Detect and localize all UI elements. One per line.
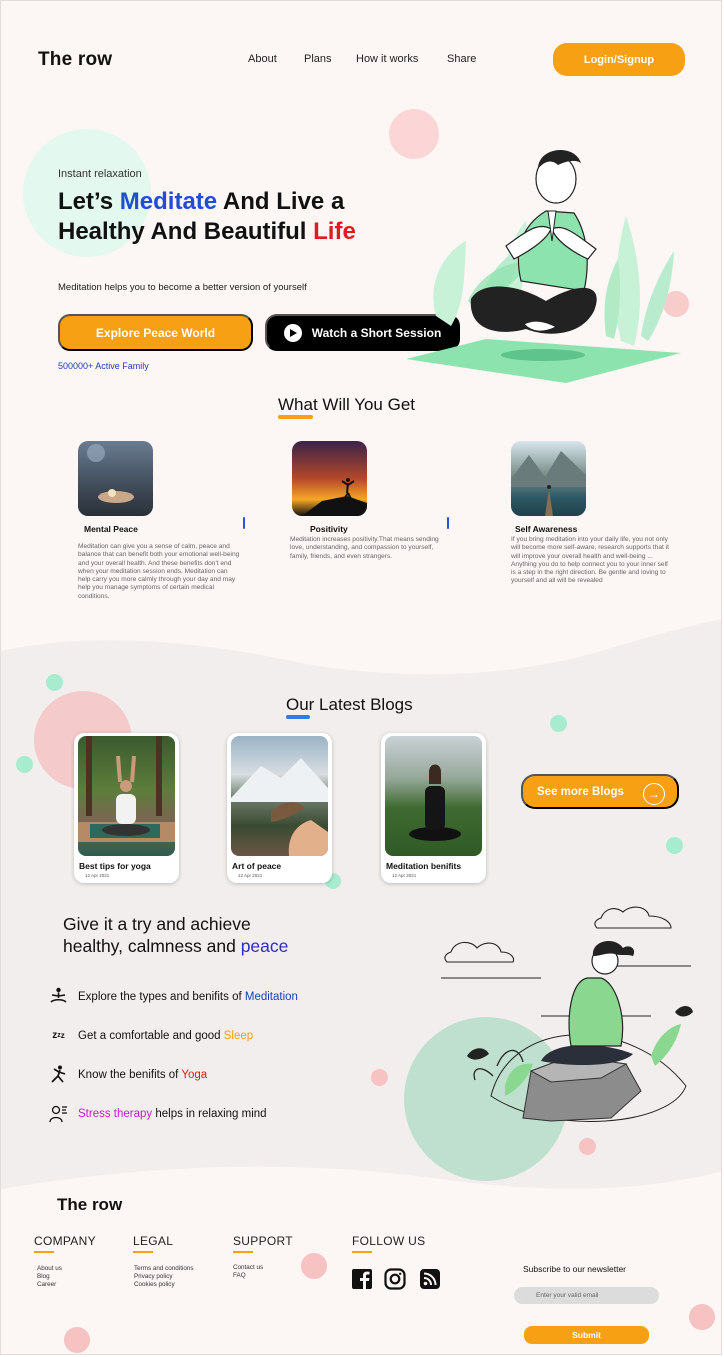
self-awareness-image <box>511 441 586 516</box>
blog-image <box>385 736 482 856</box>
footer-heading-underline <box>233 1251 253 1253</box>
feature-title-positivity: Positivity <box>310 524 348 534</box>
meditation-icon <box>49 987 68 1006</box>
footer-link-about-us[interactable]: About us <box>37 1265 62 1273</box>
footer-heading-company: COMPANY <box>34 1234 96 1248</box>
blogs-section-title: Our Latest Blogs <box>286 695 413 714</box>
feature-text-mental-peace: Meditation can give you a sense of calm,… <box>78 543 240 600</box>
decor-dot-pink <box>579 1138 596 1155</box>
try-item-sleep: zzz Get a comfortable and good Sleep <box>49 1026 253 1045</box>
try-item-yoga: Know the benifits of Yoga <box>49 1065 207 1084</box>
feature-text-positivity: Meditation increases positivity.That mea… <box>290 536 439 560</box>
explore-peace-world-button[interactable]: Explore Peace World <box>58 314 253 351</box>
footer-heading-support: SUPPORT <box>233 1234 293 1248</box>
features-section-title: What Will You Get <box>278 395 416 414</box>
play-icon <box>283 323 302 342</box>
nav-share[interactable]: Share <box>447 53 476 65</box>
feature-title-mental-peace: Mental Peace <box>84 524 138 534</box>
blog-card[interactable]: Best tips for yoga 12 Apr 2021 <box>74 733 179 883</box>
blog-card[interactable]: Meditation benifits 12 Apr 2021 <box>381 733 486 883</box>
hero-title-highlight-life: Life <box>313 218 356 245</box>
footer-heading-underline <box>352 1251 372 1253</box>
blog-date: 12 Apr 2021 <box>392 873 417 878</box>
try-title-highlight: peace <box>240 936 289 956</box>
blog-date: 12 Apr 2021 <box>238 873 263 878</box>
blog-image <box>78 736 175 856</box>
nav-plans[interactable]: Plans <box>304 53 332 65</box>
stress-icon <box>49 1104 68 1123</box>
see-more-blogs-button[interactable]: See more Blogs → <box>521 774 679 809</box>
decor-dot-mint <box>46 674 63 691</box>
sleep-icon: zzz <box>52 1030 65 1041</box>
blog-title[interactable]: Best tips for yoga <box>79 861 151 871</box>
footer-link-contact-us[interactable]: Contact us <box>233 1264 263 1272</box>
instagram-icon[interactable] <box>384 1268 406 1290</box>
feature-divider <box>243 517 245 529</box>
blogs-title-underline <box>286 715 310 719</box>
footer-link-privacy[interactable]: Privacy policy <box>134 1273 173 1281</box>
blog-title[interactable]: Art of peace <box>232 861 281 871</box>
newsletter-label: Subscribe to our newsletter <box>523 1264 626 1274</box>
nav-how-it-works[interactable]: How it works <box>356 53 418 65</box>
try-section-title: Give it a try and achieve healthy, calmne… <box>63 914 289 956</box>
footer-heading-legal: LEGAL <box>133 1234 174 1248</box>
footer-heading-underline <box>133 1251 153 1253</box>
decor-dot-mint <box>16 756 33 773</box>
try-item-meditation: Explore the types and benifits of Medita… <box>49 987 298 1006</box>
hero-eyebrow: Instant relaxation <box>58 168 142 180</box>
blog-card[interactable]: Art of peace 12 Apr 2021 <box>227 733 332 883</box>
footer-link-blog[interactable]: Blog <box>37 1273 50 1281</box>
mental-peace-image <box>78 441 153 516</box>
login-signup-button[interactable]: Login/Signup <box>553 43 685 76</box>
hero-title: Let’s Meditate And Live a Healthy And Be… <box>58 188 356 245</box>
features-title-underline <box>278 415 313 419</box>
page: The row About Plans How it works Share L… <box>0 0 722 1355</box>
yoga-icon <box>49 1065 68 1084</box>
decor-dot-pink <box>371 1069 388 1086</box>
footer-link-cookies[interactable]: Cookies policy <box>134 1281 175 1289</box>
feature-text-self-awareness: If you bring meditation into your daily … <box>511 536 669 585</box>
blog-date: 12 Apr 2021 <box>85 873 110 878</box>
rss-icon[interactable] <box>419 1268 441 1290</box>
feature-divider <box>447 517 449 529</box>
active-family-count: 500000+ Active Family <box>58 361 149 371</box>
hero-subtitle: Meditation helps you to become a better … <box>58 282 307 293</box>
nav-about[interactable]: About <box>248 53 277 65</box>
footer-heading-follow-us: FOLLOW US <box>352 1234 426 1248</box>
decor-dot-pink <box>301 1253 327 1279</box>
footer-heading-underline <box>34 1251 54 1253</box>
meditating-woman-illustration <box>404 906 693 1181</box>
footer-link-terms[interactable]: Terms and conditions <box>134 1265 194 1273</box>
footer-logo[interactable]: The row <box>57 1195 122 1215</box>
footer-link-career[interactable]: Career <box>37 1281 56 1289</box>
blog-title[interactable]: Meditation benifits <box>386 861 461 871</box>
newsletter-email-input[interactable] <box>514 1287 659 1304</box>
meditating-man-illustration <box>406 150 681 383</box>
arrow-right-icon: → <box>643 783 665 805</box>
positivity-image <box>292 441 367 516</box>
logo[interactable]: The row <box>38 49 112 71</box>
try-item-stress-therapy: Stress therapy helps in relaxing mind <box>49 1104 267 1123</box>
blog-image <box>231 736 328 856</box>
decor-dot-pink <box>64 1327 90 1353</box>
facebook-icon[interactable] <box>351 1268 373 1290</box>
hero-title-highlight-meditate: Meditate <box>119 188 218 215</box>
decor-dot-mint <box>550 715 567 732</box>
footer-link-faq[interactable]: FAQ <box>233 1272 246 1280</box>
newsletter-submit-button[interactable]: Submit <box>524 1326 649 1344</box>
decor-dot-pink <box>689 1304 715 1330</box>
feature-title-self-awareness: Self Awareness <box>515 524 578 534</box>
decor-dot-mint <box>666 837 683 854</box>
